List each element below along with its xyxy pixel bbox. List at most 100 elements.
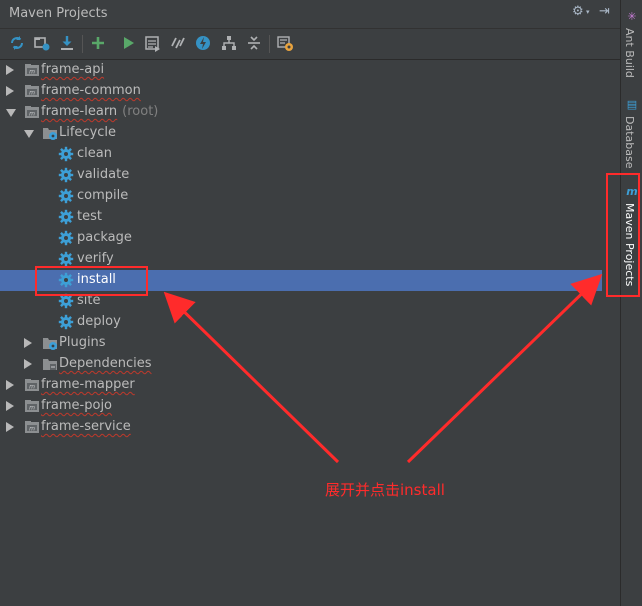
tree-item-text: install [77, 272, 116, 287]
settings-icon[interactable] [275, 33, 295, 53]
panel-title: Maven Projects [9, 6, 108, 21]
tree-node-frame-service[interactable]: m frame-service [0, 417, 602, 438]
tree-item-text: frame-common [41, 83, 141, 98]
expand-right-icon[interactable] [6, 422, 14, 432]
tool-tab-label: Ant Build [623, 28, 636, 78]
svg-text:m: m [29, 405, 35, 412]
generate-sources-icon[interactable] [32, 33, 52, 53]
tree-goal-item-install[interactable]: install [0, 270, 602, 291]
tool-tab-maven-projects[interactable]: m Maven Projects [621, 183, 642, 293]
svg-text:m: m [29, 384, 35, 391]
expand-down-icon[interactable] [6, 109, 16, 117]
run-icon[interactable] [118, 33, 138, 53]
tree-item-text: validate [77, 167, 130, 182]
tree-node-lifecycle[interactable]: Lifecycle [0, 123, 602, 144]
tree-goal-item-clean[interactable]: clean [0, 144, 602, 165]
goal-gear-icon [58, 146, 74, 162]
show-dependencies-icon[interactable] [219, 33, 239, 53]
tree-goal-item-test[interactable]: test [0, 207, 602, 228]
add-icon[interactable] [88, 33, 108, 53]
gear-icon[interactable]: ⚙ [572, 4, 584, 19]
hide-panel-icon[interactable]: ⇥ [599, 4, 610, 19]
tree-node-dependencies[interactable]: Dependencies [0, 354, 602, 375]
expand-right-icon[interactable] [24, 338, 32, 348]
annotation-text: 展开并点击install [325, 481, 445, 499]
goal-gear-icon [58, 293, 74, 309]
goal-gear-icon [58, 272, 74, 288]
tool-tab-database[interactable]: ▤ Database [621, 96, 642, 178]
tool-tab-ant-build[interactable]: ✳ Ant Build [621, 8, 642, 90]
goal-gear-icon [58, 209, 74, 225]
maven-projects-panel: Maven Projects ⚙ ▾ ⇥ m frame-api m frame-co… [0, 0, 620, 606]
tree-goal-item-package[interactable]: package [0, 228, 602, 249]
skip-tests-icon[interactable] [193, 33, 213, 53]
tree-item-label: frame-mapper [41, 377, 135, 393]
tree-item-label: test [77, 209, 102, 225]
tree-item-text: package [77, 230, 132, 245]
tree-item-label: package [77, 230, 132, 246]
tree-item-text: Lifecycle [59, 125, 117, 140]
plugins-folder-icon [42, 335, 58, 351]
goal-gear-icon [58, 251, 74, 267]
tree-item-label: frame-api [41, 62, 104, 78]
tree-item-label: frame-learn (root) [41, 104, 158, 120]
maven-module-icon: m [24, 398, 40, 414]
expand-right-icon[interactable] [6, 86, 14, 96]
expand-right-icon[interactable] [6, 401, 14, 411]
expand-right-icon[interactable] [6, 65, 14, 75]
root-suffix: (root) [122, 104, 159, 119]
panel-title-bar: Maven Projects ⚙ ▾ ⇥ [0, 0, 620, 29]
tree-item-label: Lifecycle [59, 125, 116, 141]
toolbar-separator [269, 35, 270, 53]
tree-item-text: verify [77, 251, 114, 266]
tree-item-label: install [77, 272, 116, 288]
tree-node-frame-api[interactable]: m frame-api [0, 60, 602, 81]
maven-module-icon: m [24, 62, 40, 78]
database-icon: ▤ [626, 98, 638, 111]
reimport-icon[interactable] [7, 33, 27, 53]
download-icon[interactable] [57, 33, 77, 53]
tree-goal-item-validate[interactable]: validate [0, 165, 602, 186]
tree-node-frame-mapper[interactable]: m frame-mapper [0, 375, 602, 396]
tree-item-text: clean [77, 146, 112, 161]
tree-goal-item-verify[interactable]: verify [0, 249, 602, 270]
lifecycle-folder-icon [42, 125, 58, 141]
tree-node-plugins[interactable]: Plugins [0, 333, 602, 354]
tree-item-label: compile [77, 188, 128, 204]
tree-goal-item-compile[interactable]: compile [0, 186, 602, 207]
expand-right-icon[interactable] [6, 380, 14, 390]
tree-item-text: Dependencies [59, 356, 152, 371]
tree-goal-item-site[interactable]: site [0, 291, 602, 312]
tree-node-frame-pojo[interactable]: m frame-pojo [0, 396, 602, 417]
expand-right-icon[interactable] [24, 359, 32, 369]
ant-build-icon: ✳ [627, 10, 637, 23]
tree-item-text: test [77, 209, 102, 224]
tree-item-text: frame-api [41, 62, 105, 77]
goal-gear-icon [58, 314, 74, 330]
chevron-down-icon[interactable]: ▾ [586, 8, 590, 16]
collapse-all-icon[interactable] [244, 33, 264, 53]
tree-item-label: frame-common [41, 83, 141, 99]
tree-item-label: deploy [77, 314, 121, 330]
svg-text:m: m [29, 111, 35, 118]
toggle-offline-icon[interactable] [168, 33, 188, 53]
maven-module-icon: m [24, 83, 40, 99]
maven-project-tree: m frame-api m frame-common m frame-learn (root… [0, 60, 620, 606]
tree-node-frame-learn[interactable]: m frame-learn (root) [0, 102, 602, 123]
tree-item-text: frame-learn [41, 104, 118, 119]
tree-item-text: compile [77, 188, 129, 203]
execute-goal-icon[interactable] [143, 33, 163, 53]
right-tool-window-bar: ✳ Ant Build ▤ Database m Maven Projects [620, 0, 642, 606]
dependencies-folder-icon [42, 356, 58, 372]
tree-node-frame-common[interactable]: m frame-common [0, 81, 602, 102]
tree-item-text: site [77, 293, 101, 308]
maven-toolbar [0, 29, 620, 60]
tree-item-label: frame-pojo [41, 398, 112, 414]
expand-down-icon[interactable] [24, 130, 34, 138]
svg-text:m: m [29, 426, 35, 433]
tree-item-text: deploy [77, 314, 121, 329]
tree-item-label: Dependencies [59, 356, 152, 372]
goal-gear-icon [58, 167, 74, 183]
tree-goal-item-deploy[interactable]: deploy [0, 312, 602, 333]
tool-tab-label: Database [623, 116, 636, 169]
